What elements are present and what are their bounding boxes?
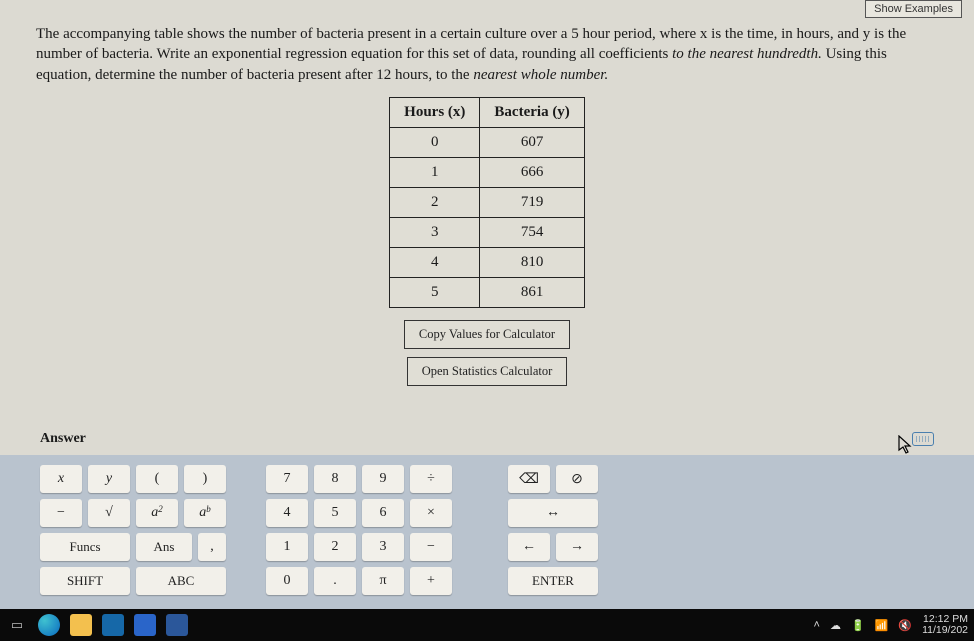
- data-table: Hours (x) Bacteria (y) 0607 1666 2719 37…: [389, 97, 585, 308]
- cell-y: 861: [480, 277, 584, 307]
- prompt-italic-1: to the nearest hundredth.: [672, 46, 822, 62]
- col-header-x: Hours (x): [390, 97, 480, 127]
- key-right[interactable]: →: [556, 533, 598, 561]
- key-minus[interactable]: −: [40, 499, 82, 527]
- copy-values-button[interactable]: Copy Values for Calculator: [404, 320, 570, 349]
- cell-x: 2: [390, 187, 480, 217]
- cell-x: 5: [390, 277, 480, 307]
- key-4[interactable]: 4: [266, 499, 308, 527]
- word-icon[interactable]: [166, 614, 188, 636]
- key-multiply[interactable]: ×: [410, 499, 452, 527]
- key-shift[interactable]: SHIFT: [40, 567, 130, 595]
- show-examples-button[interactable]: Show Examples: [865, 0, 962, 18]
- key-divide[interactable]: ÷: [410, 465, 452, 493]
- key-7[interactable]: 7: [266, 465, 308, 493]
- key-dot[interactable]: .: [314, 567, 356, 595]
- key-ans[interactable]: Ans: [136, 533, 192, 561]
- key-subtract[interactable]: −: [410, 533, 452, 561]
- key-sqrt[interactable]: √: [88, 499, 130, 527]
- open-statistics-button[interactable]: Open Statistics Calculator: [407, 357, 568, 386]
- table-row: 1666: [390, 157, 585, 187]
- store-icon[interactable]: [102, 614, 124, 636]
- tray-onedrive-icon[interactable]: ☁: [830, 619, 841, 632]
- table-row: 3754: [390, 217, 585, 247]
- key-backspace[interactable]: ⌫: [508, 465, 550, 493]
- tray-volume-icon[interactable]: 🔇: [898, 619, 912, 632]
- key-8[interactable]: 8: [314, 465, 356, 493]
- key-y[interactable]: y: [88, 465, 130, 493]
- key-1[interactable]: 1: [266, 533, 308, 561]
- cell-y: 607: [480, 127, 584, 157]
- tray-wifi-icon[interactable]: 📶: [875, 619, 889, 632]
- key-abc[interactable]: ABC: [136, 567, 226, 595]
- key-funcs[interactable]: Funcs: [40, 533, 130, 561]
- key-5[interactable]: 5: [314, 499, 356, 527]
- tray-battery-icon[interactable]: 🔋: [851, 619, 865, 632]
- app-icon[interactable]: [134, 614, 156, 636]
- cell-y: 810: [480, 247, 584, 277]
- key-rparen[interactable]: ): [184, 465, 226, 493]
- cell-y: 754: [480, 217, 584, 247]
- key-left-right[interactable]: ↔: [508, 499, 598, 527]
- key-x[interactable]: x: [40, 465, 82, 493]
- taskbar-clock[interactable]: 12:12 PM 11/19/202: [922, 614, 968, 636]
- answer-label: Answer: [40, 431, 86, 447]
- table-row: 2719: [390, 187, 585, 217]
- cell-x: 3: [390, 217, 480, 247]
- key-3[interactable]: 3: [362, 533, 404, 561]
- key-0[interactable]: 0: [266, 567, 308, 595]
- key-6[interactable]: 6: [362, 499, 404, 527]
- cell-x: 1: [390, 157, 480, 187]
- tray-chevron-icon[interactable]: ˄: [814, 619, 820, 631]
- windows-taskbar: ▭ ˄ ☁ 🔋 📶 🔇 12:12 PM 11/19/202: [0, 609, 974, 641]
- key-2[interactable]: 2: [314, 533, 356, 561]
- key-pi[interactable]: π: [362, 567, 404, 595]
- table-row: 0607: [390, 127, 585, 157]
- key-lparen[interactable]: (: [136, 465, 178, 493]
- keyboard-icon[interactable]: [912, 432, 934, 446]
- key-plus[interactable]: +: [410, 567, 452, 595]
- key-enter[interactable]: ENTER: [508, 567, 598, 595]
- file-explorer-icon[interactable]: [70, 614, 92, 636]
- key-clear[interactable]: ⊘: [556, 465, 598, 493]
- cell-y: 666: [480, 157, 584, 187]
- key-left[interactable]: ←: [508, 533, 550, 561]
- taskbar-date: 11/19/202: [922, 625, 968, 636]
- key-9[interactable]: 9: [362, 465, 404, 493]
- key-a-squared[interactable]: a2: [136, 499, 178, 527]
- key-comma[interactable]: ,: [198, 533, 226, 561]
- question-prompt: The accompanying table shows the number …: [0, 22, 974, 91]
- prompt-italic-2: nearest whole number.: [473, 67, 608, 83]
- col-header-y: Bacteria (y): [480, 97, 584, 127]
- cell-x: 0: [390, 127, 480, 157]
- table-row: 4810: [390, 247, 585, 277]
- table-row: 5861: [390, 277, 585, 307]
- math-keypad: x y ( ) 7 8 9 ÷ ⌫ ⊘ − √ a2 ab 4 5 6 × ↔ …: [0, 455, 974, 609]
- key-a-power-b[interactable]: ab: [184, 499, 226, 527]
- task-view-icon[interactable]: ▭: [6, 614, 28, 636]
- cell-y: 719: [480, 187, 584, 217]
- edge-icon[interactable]: [38, 614, 60, 636]
- cell-x: 4: [390, 247, 480, 277]
